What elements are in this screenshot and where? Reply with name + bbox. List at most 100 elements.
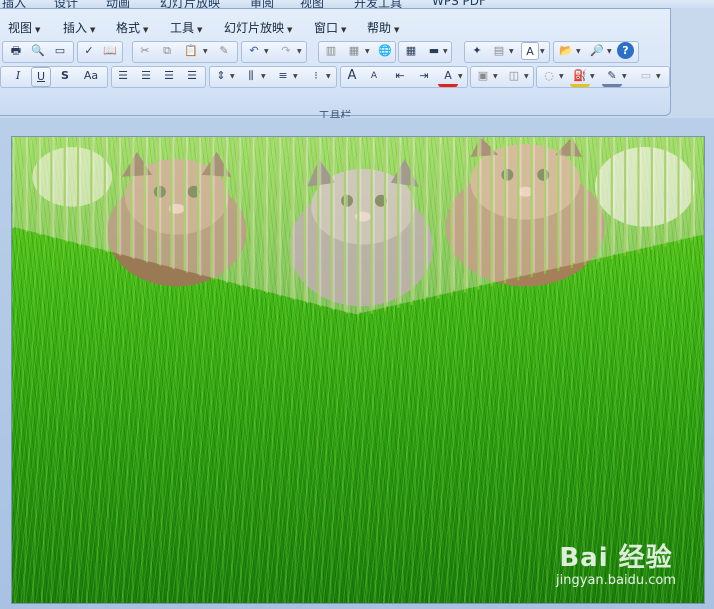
spelling-icon[interactable]: ✓ (79, 42, 99, 62)
menu-slideshow[interactable]: 幻灯片放映 ▼ (220, 17, 296, 39)
chevron-down-icon[interactable]: ▼ (540, 42, 548, 62)
ribbon-tab-animation[interactable]: 动画 (106, 0, 130, 8)
page-setup-icon[interactable]: ▭ (50, 42, 70, 62)
menu-tools[interactable]: 工具 ▼ (166, 17, 206, 39)
text-direction-icon[interactable]: ⫼ (241, 67, 261, 87)
line-spacing-icon[interactable]: ⇕ (211, 67, 231, 87)
chevron-down-icon: ▼ (287, 26, 293, 34)
chevron-down-icon[interactable]: ▼ (297, 42, 305, 62)
chevron-down-icon[interactable]: ▼ (293, 67, 301, 87)
chevron-down-icon[interactable]: ▼ (656, 67, 664, 87)
shadow-effect-icon[interactable]: ▭ (636, 67, 656, 87)
menu-insert-label: 插入 (63, 21, 88, 35)
ribbon-tab-slideshow[interactable]: 幻灯片放映 (160, 0, 220, 8)
layout-icon[interactable]: ▤ (489, 42, 509, 62)
underline-button[interactable]: U (31, 67, 51, 87)
table-icon[interactable]: ▦ (344, 42, 364, 62)
bulleted-list-icon[interactable]: ⁝ (306, 67, 326, 87)
ribbon-tab-design[interactable]: 设计 (54, 0, 78, 8)
print-icon[interactable]: 🖶 (6, 42, 26, 62)
shrink-font-button[interactable]: A (364, 67, 384, 87)
chevron-down-icon: ▼ (394, 26, 400, 34)
grow-font-button[interactable]: A (342, 67, 362, 87)
chevron-down-icon[interactable]: ▼ (559, 67, 567, 87)
fill-color-icon[interactable]: ⛽ (570, 67, 590, 87)
watermark-brand: Bai 经验 (559, 543, 673, 573)
numbered-list-icon[interactable]: ≡ (273, 67, 293, 87)
chevron-down-icon[interactable]: ▼ (576, 42, 584, 62)
zoom-icon[interactable]: 🔎 (587, 42, 607, 62)
cut-icon[interactable]: ✂ (135, 42, 155, 62)
menu-help[interactable]: 帮助 ▼ (363, 17, 403, 39)
menu-insert[interactable]: 插入 ▼ (59, 17, 99, 39)
menu-view[interactable]: 视图 ▼ (4, 17, 44, 39)
copy-icon[interactable]: ⧉ (157, 42, 177, 62)
ribbon-tab-view[interactable]: 视图 (300, 0, 324, 8)
chevron-down-icon[interactable]: ▼ (590, 67, 598, 87)
kitten-blinds-image (12, 137, 704, 316)
chart-icon[interactable]: ▥ (321, 42, 341, 62)
classic-toolbar-panel: 视图 ▼ 插入 ▼ 格式 ▼ 工具 ▼ 幻灯片放映 ▼ 窗口 ▼ 帮助 ▼ 🖶 🔍 ▭ ✓ 📖… (0, 8, 671, 122)
menu-view-label: 视图 (8, 21, 33, 35)
chevron-down-icon: ▼ (197, 26, 203, 34)
ribbon-tab-developer[interactable]: 开发工具 (354, 0, 402, 8)
chevron-down-icon[interactable]: ▼ (622, 67, 630, 87)
grid-icon[interactable]: ▦ (401, 42, 421, 62)
italic-button[interactable]: I (8, 67, 28, 87)
chevron-down-icon[interactable]: ▼ (524, 67, 532, 87)
menu-slideshow-label: 幻灯片放映 (224, 21, 285, 35)
decrease-indent-icon[interactable]: ⇤ (390, 67, 410, 87)
align-right-icon[interactable]: ☰ (159, 67, 179, 87)
chevron-down-icon[interactable]: ▼ (264, 42, 272, 62)
redo-icon[interactable]: ↷ (276, 42, 296, 62)
ribbon-tab-insert[interactable]: 插入 (2, 0, 26, 8)
folder-open-icon[interactable]: 📂 (556, 42, 576, 62)
chevron-down-icon[interactable]: ▼ (203, 42, 211, 62)
align-left-icon[interactable]: ☰ (113, 67, 133, 87)
chevron-down-icon[interactable]: ▼ (458, 67, 466, 87)
undo-icon[interactable]: ↶ (244, 42, 264, 62)
font-color-button[interactable]: A (438, 67, 458, 87)
chevron-down-icon: ▼ (341, 26, 347, 34)
chevron-down-icon: ▼ (35, 26, 41, 34)
paste-icon[interactable]: 📋 (181, 42, 201, 62)
chevron-down-icon[interactable]: ▼ (365, 42, 373, 62)
change-case-button[interactable]: Aa (79, 67, 103, 87)
chevron-down-icon[interactable]: ▼ (607, 42, 615, 62)
line-style-icon[interactable]: ▬ (424, 42, 444, 62)
justify-icon[interactable]: ☰ (182, 67, 202, 87)
format-painter-icon[interactable]: ✎ (214, 42, 234, 62)
shadow-button[interactable]: S (55, 67, 75, 87)
increase-indent-icon[interactable]: ⇥ (414, 67, 434, 87)
chevron-down-icon: ▼ (90, 26, 96, 34)
hyperlink-icon[interactable]: 🌐 (375, 42, 395, 62)
chevron-down-icon[interactable]: ▼ (326, 67, 334, 87)
baidu-jingyan-watermark: Bai 经验 jingyan.baidu.com (556, 543, 676, 588)
shape-style-icon[interactable]: ◌ (539, 67, 559, 87)
group-objects-icon[interactable]: ◫ (504, 67, 524, 87)
chevron-down-icon[interactable]: ▼ (443, 42, 451, 62)
menu-format-label: 格式 (116, 21, 141, 35)
align-center-icon[interactable]: ☰ (136, 67, 156, 87)
menu-window-label: 窗口 (314, 21, 339, 35)
textbox-icon[interactable]: A (521, 42, 539, 60)
ribbon-tab-wps-pdf[interactable]: WPS PDF (432, 0, 486, 8)
formatting-toolbar-row: I U S Aa ☰ ☰ ☰ ☰ ⇕ ▼ ⫼ ▼ ≡ ▼ ⁝ ▼ A A ⇤ ⇥… (0, 66, 670, 90)
menu-format[interactable]: 格式 ▼ (112, 17, 152, 39)
menu-window[interactable]: 窗口 ▼ (310, 17, 350, 39)
chevron-down-icon[interactable]: ▼ (509, 42, 517, 62)
arrange-icon[interactable]: ▣ (473, 67, 493, 87)
chevron-down-icon: ▼ (143, 26, 149, 34)
line-color-icon[interactable]: ✎ (602, 67, 622, 87)
menu-tools-label: 工具 (170, 21, 195, 35)
research-icon[interactable]: 📖 (100, 42, 120, 62)
slide-canvas[interactable]: Bai 经验 jingyan.baidu.com (11, 136, 705, 604)
chevron-down-icon[interactable]: ▼ (493, 67, 501, 87)
chevron-down-icon[interactable]: ▼ (261, 67, 269, 87)
chevron-down-icon[interactable]: ▼ (230, 67, 238, 87)
print-preview-icon[interactable]: 🔍 (28, 42, 48, 62)
ribbon-tab-review[interactable]: 审阅 (250, 0, 274, 8)
help-icon[interactable]: ? (617, 42, 634, 59)
new-slide-icon[interactable]: ✦ (467, 42, 487, 62)
watermark-url: jingyan.baidu.com (556, 573, 676, 588)
